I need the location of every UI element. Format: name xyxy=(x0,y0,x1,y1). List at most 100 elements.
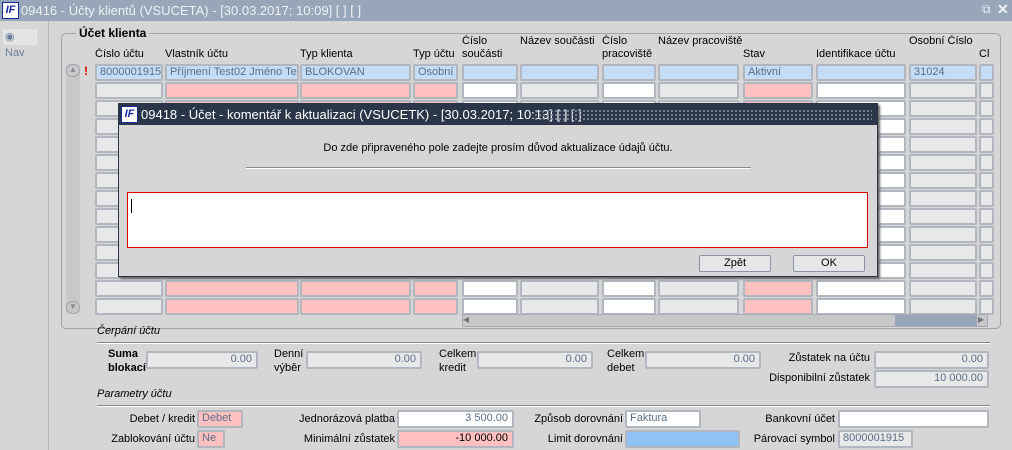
grid-cell[interactable] xyxy=(413,298,458,315)
grid-cell-current[interactable]: Příjmení Test02 Jméno Test xyxy=(165,64,299,81)
grid-cell[interactable] xyxy=(743,82,813,99)
grid-cell[interactable] xyxy=(979,280,994,297)
grid-cell[interactable] xyxy=(909,190,977,207)
zpusob-field[interactable]: Faktura xyxy=(625,410,701,428)
grid-cell[interactable] xyxy=(300,280,411,297)
ok-button[interactable]: OK xyxy=(793,255,865,272)
grid-cell[interactable] xyxy=(909,298,977,315)
celkem-debet-field[interactable]: 0.00 xyxy=(645,351,761,369)
bankovni-label: Bankovní účet xyxy=(765,413,835,425)
grid-cell[interactable] xyxy=(979,298,994,315)
horizontal-scrollbar[interactable]: ◀ ▶ xyxy=(462,314,988,327)
zablokovani-field[interactable]: Ne xyxy=(197,430,225,448)
grid-cell[interactable] xyxy=(909,172,977,189)
parovaci-field[interactable]: 8000001915 xyxy=(838,430,913,448)
limit-field[interactable] xyxy=(625,430,740,448)
grid-cell[interactable] xyxy=(462,280,518,297)
grid-cell-current[interactable]: Aktivní xyxy=(743,64,813,81)
grid-cell-current[interactable]: 31024 xyxy=(909,64,977,81)
grid-cell[interactable] xyxy=(979,190,994,207)
grid-cell[interactable] xyxy=(979,208,994,225)
grid-cell[interactable] xyxy=(816,298,906,315)
zpusob-label: Způsob dorovnání xyxy=(534,413,623,425)
dialog-message: Do zde připraveného pole zadejte prosím … xyxy=(323,142,673,154)
grid-cell[interactable] xyxy=(979,244,994,261)
grid-cell[interactable] xyxy=(743,298,813,315)
zablokovani-label: Zablokování účtu xyxy=(111,433,195,445)
grid-cell[interactable] xyxy=(909,208,977,225)
grid-cell[interactable] xyxy=(602,280,656,297)
back-button[interactable]: Zpět xyxy=(699,255,771,272)
grid-cell[interactable] xyxy=(658,82,739,99)
grid-cell-current[interactable] xyxy=(658,64,739,81)
celkem-kredit-field[interactable]: 0.00 xyxy=(477,351,593,369)
grid-cell[interactable] xyxy=(520,280,599,297)
grid-cell-current[interactable] xyxy=(462,64,518,81)
drag-grip[interactable] xyxy=(534,109,872,120)
scroll-left-icon[interactable]: ◀ xyxy=(463,315,472,326)
grid-cell[interactable] xyxy=(413,82,458,99)
grid-cell-current[interactable]: 8000001915 xyxy=(95,64,163,81)
denni-vyber-field[interactable]: 0.00 xyxy=(306,351,422,369)
grid-cell[interactable] xyxy=(979,172,994,189)
vertical-scrollbar[interactable]: ▲ ▼ xyxy=(66,64,80,314)
disponibilni-field[interactable]: 10 000.00 xyxy=(874,370,989,388)
zustatek-field[interactable]: 0.00 xyxy=(874,351,989,369)
suma-blokaci-field[interactable]: 0.00 xyxy=(146,351,258,369)
grid-cell[interactable] xyxy=(909,280,977,297)
grid-cell[interactable] xyxy=(816,82,906,99)
grid-cell[interactable] xyxy=(658,280,739,297)
debet-kredit-field[interactable]: Debet xyxy=(197,410,243,428)
grid-cell[interactable] xyxy=(909,226,977,243)
restore-icon[interactable]: ⧉ xyxy=(982,2,991,17)
grid-cell[interactable] xyxy=(979,82,994,99)
minimalni-field[interactable]: -10 000.00 xyxy=(397,430,514,448)
jednorazova-field[interactable]: 3 500.00 xyxy=(397,410,514,428)
grid-cell[interactable] xyxy=(658,298,739,315)
grid-cell-current[interactable] xyxy=(979,64,994,81)
grid-cell-current[interactable] xyxy=(816,64,906,81)
grid-cell[interactable] xyxy=(165,280,299,297)
grid-cell[interactable] xyxy=(979,262,994,279)
grid-cell-current[interactable]: BLOKOVAN xyxy=(300,64,411,81)
grid-cell[interactable] xyxy=(95,298,163,315)
grid-cell[interactable] xyxy=(909,100,977,117)
grid-cell[interactable] xyxy=(909,82,977,99)
grid-cell[interactable] xyxy=(165,298,299,315)
grid-cell[interactable] xyxy=(462,82,518,99)
grid-cell[interactable] xyxy=(413,280,458,297)
grid-cell-current[interactable] xyxy=(520,64,599,81)
grid-cell[interactable] xyxy=(95,82,163,99)
close-icon[interactable]: ✕ xyxy=(997,1,1009,18)
grid-cell[interactable] xyxy=(979,100,994,117)
scrollbar-track[interactable] xyxy=(895,315,977,326)
grid-cell[interactable] xyxy=(300,298,411,315)
grid-cell[interactable] xyxy=(909,136,977,153)
comment-textarea[interactable] xyxy=(127,192,868,248)
grid-cell[interactable] xyxy=(816,280,906,297)
grid-cell[interactable] xyxy=(979,136,994,153)
grid-cell[interactable] xyxy=(979,154,994,171)
grid-cell[interactable] xyxy=(165,82,299,99)
nav-button[interactable]: ◉ Nav xyxy=(3,29,37,59)
grid-cell[interactable] xyxy=(602,82,656,99)
grid-cell[interactable] xyxy=(520,298,599,315)
bankovni-field[interactable] xyxy=(838,410,989,428)
scroll-right-icon[interactable]: ▶ xyxy=(978,315,987,326)
grid-cell[interactable] xyxy=(743,280,813,297)
grid-cell[interactable] xyxy=(909,118,977,135)
scroll-down-icon[interactable]: ▼ xyxy=(66,301,80,314)
grid-cell[interactable] xyxy=(95,280,163,297)
grid-cell[interactable] xyxy=(462,298,518,315)
grid-cell[interactable] xyxy=(979,226,994,243)
grid-cell[interactable] xyxy=(909,244,977,261)
grid-cell[interactable] xyxy=(300,82,411,99)
grid-cell[interactable] xyxy=(602,298,656,315)
grid-cell-current[interactable] xyxy=(602,64,656,81)
grid-cell[interactable] xyxy=(979,118,994,135)
grid-cell-current[interactable]: Osobní xyxy=(413,64,458,81)
grid-cell[interactable] xyxy=(909,154,977,171)
scroll-up-icon[interactable]: ▲ xyxy=(66,64,80,77)
grid-cell[interactable] xyxy=(909,262,977,279)
grid-cell[interactable] xyxy=(520,82,599,99)
